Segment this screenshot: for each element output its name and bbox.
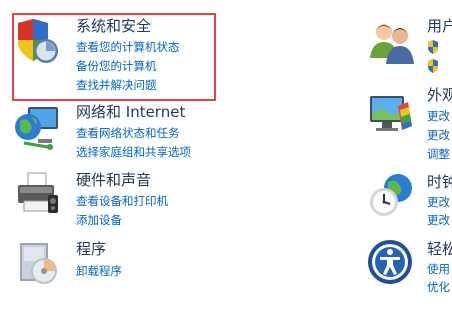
title-clock-region[interactable]: 时钟	[427, 173, 452, 191]
title-hardware-sound[interactable]: 硬件和声音	[76, 171, 151, 189]
clock-globe-icon	[370, 174, 412, 216]
link-appearance-2[interactable]: 更改	[427, 128, 450, 142]
link-clock-1[interactable]: 更改	[427, 195, 450, 209]
link-devices-printers[interactable]: 查看设备和打印机	[76, 194, 168, 208]
title-network-internet[interactable]: 网络和 Internet	[76, 103, 185, 121]
title-programs[interactable]: 程序	[76, 240, 106, 258]
link-backup-computer[interactable]: 备份您的计算机	[76, 59, 157, 73]
link-ease-2[interactable]: 优化	[427, 280, 450, 294]
link-ease-1[interactable]: 使用	[427, 262, 450, 276]
link-uninstall-program[interactable]: 卸载程序	[76, 264, 122, 278]
link-appearance-1[interactable]: 更改	[427, 109, 450, 123]
security-shield-icon	[18, 19, 58, 63]
link-view-computer-status[interactable]: 查看您的计算机状态	[76, 40, 180, 54]
uac-shield-icon	[428, 59, 438, 73]
title-system-security[interactable]: 系统和安全	[76, 17, 151, 35]
programs-disc-icon	[20, 243, 57, 284]
printer-icon	[18, 172, 58, 213]
network-globe-icon	[15, 107, 58, 150]
link-view-network-status[interactable]: 查看网络状态和任务	[76, 126, 180, 140]
link-clock-2[interactable]: 更改	[427, 213, 450, 227]
title-appearance[interactable]: 外观	[427, 86, 452, 104]
display-appearance-icon	[370, 96, 412, 131]
uac-shield-icon	[428, 40, 438, 54]
title-ease-of-access[interactable]: 轻松	[427, 240, 452, 258]
link-homegroup-sharing[interactable]: 选择家庭组和共享选项	[76, 145, 191, 159]
link-find-fix-problems[interactable]: 查找并解决问题	[76, 78, 157, 92]
link-appearance-3[interactable]: 调整	[427, 147, 450, 161]
link-add-device[interactable]: 添加设备	[76, 213, 122, 227]
users-icon	[370, 24, 414, 64]
ease-of-access-icon	[368, 240, 412, 284]
title-user-accounts[interactable]: 用户	[427, 17, 452, 35]
